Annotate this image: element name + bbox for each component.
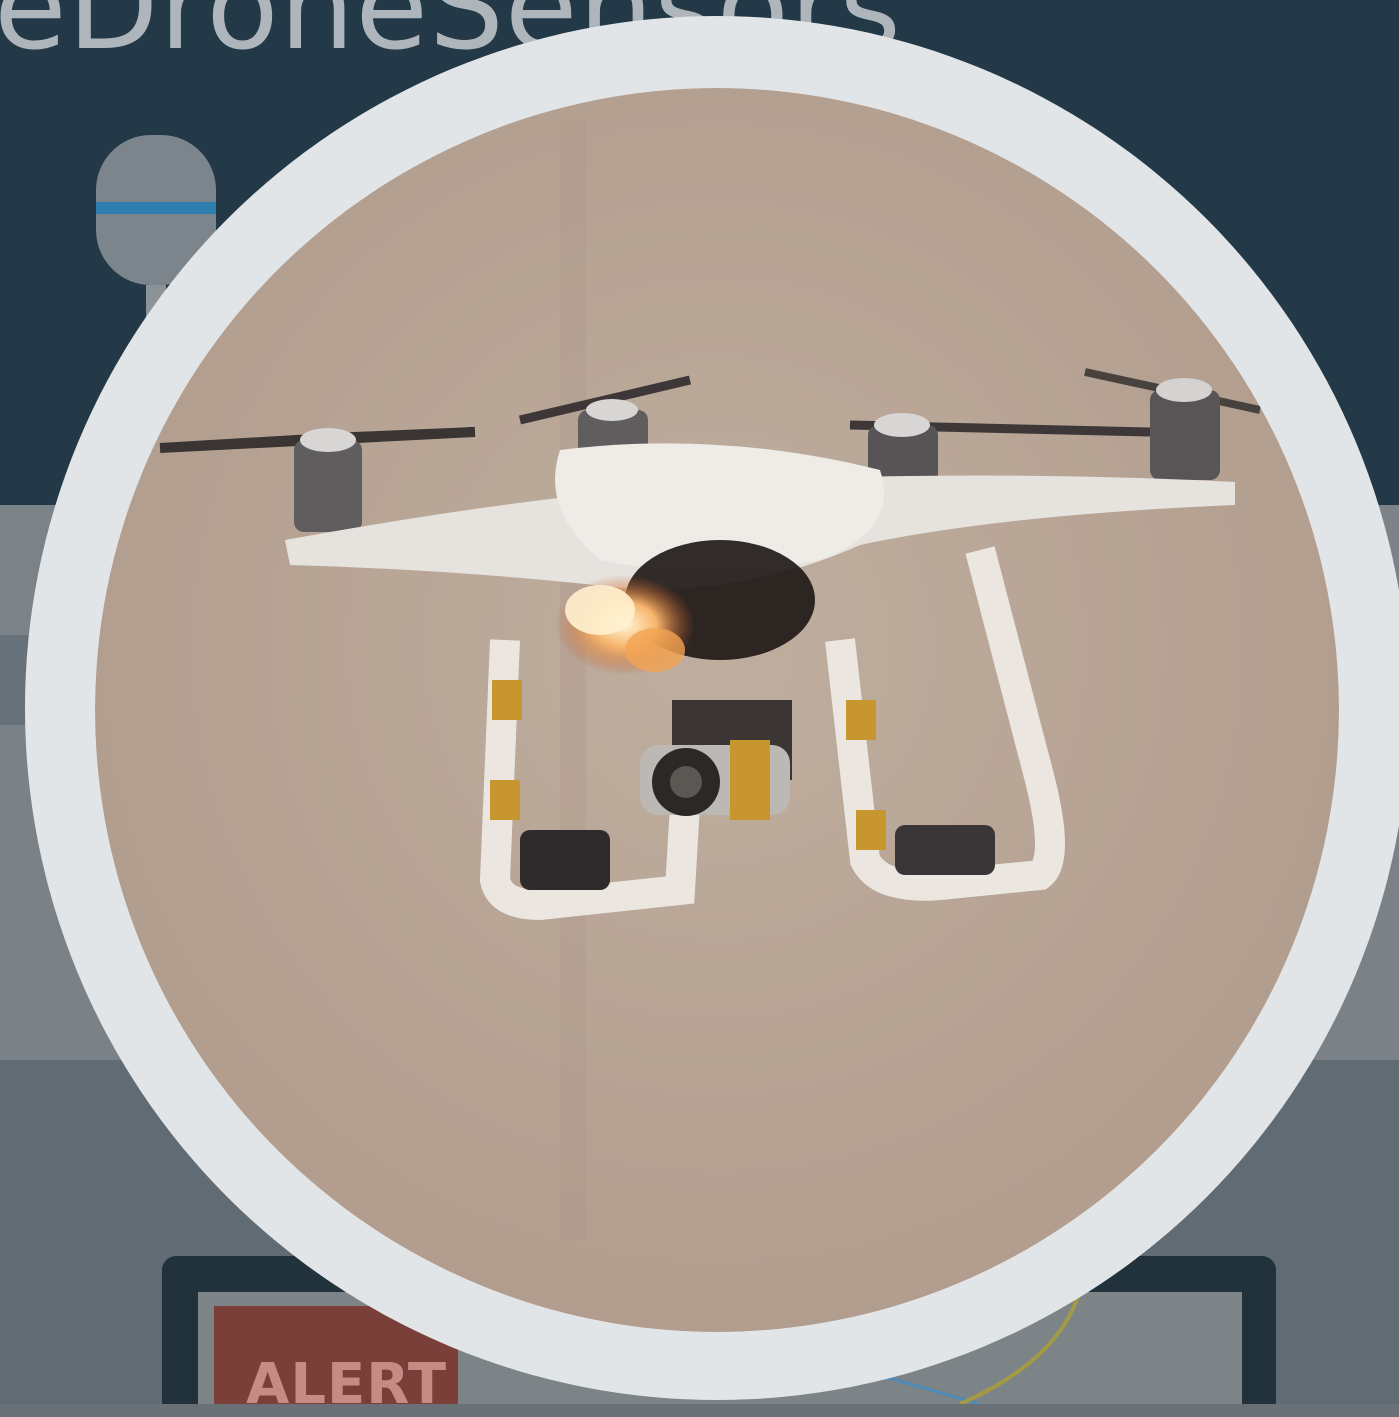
- flame-icon: [555, 575, 695, 675]
- drone-photo-circle: [25, 16, 1399, 1400]
